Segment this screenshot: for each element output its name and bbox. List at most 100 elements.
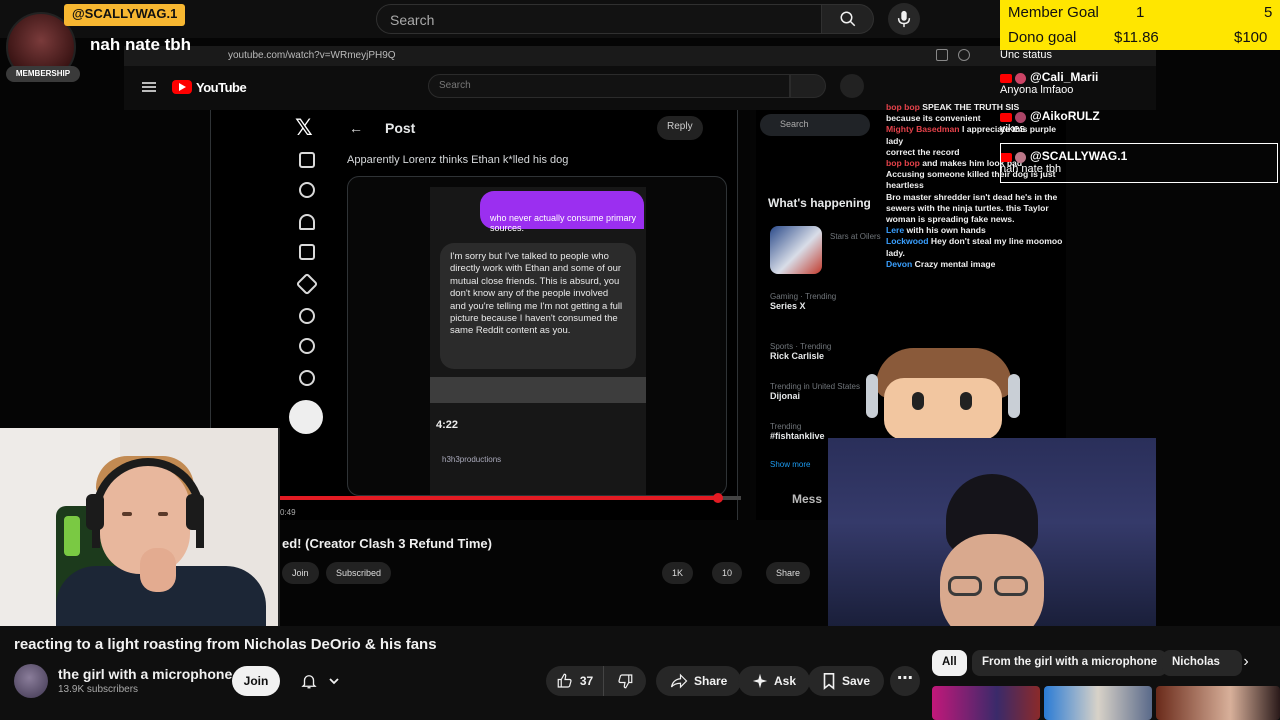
- membership-badge: MEMBERSHIP: [6, 66, 80, 82]
- hockey-thumbnail: [770, 226, 822, 274]
- inner-dislike-count: 10: [712, 562, 743, 584]
- chevron-down-icon: [329, 678, 339, 685]
- more-dots-icon: ⋯: [897, 670, 913, 687]
- x-video-progress: [279, 493, 741, 503]
- search-input[interactable]: Search: [376, 4, 822, 34]
- share-button[interactable]: Share: [656, 666, 742, 696]
- related-thumbnails: [932, 686, 1280, 720]
- guest-glasses: [948, 576, 982, 596]
- dono-goal-current: $11.86: [1114, 29, 1159, 46]
- toon-side-left: [866, 374, 878, 418]
- inner-url: youtube.com/watch?v=WRmeyjPH9Q: [228, 50, 396, 61]
- inner-join-button: Join: [282, 562, 319, 584]
- x-more-icon: [299, 370, 315, 386]
- save-label: Save: [842, 674, 871, 688]
- search-icon: [840, 11, 855, 27]
- dono-goal-label: Dono goal: [1008, 29, 1077, 46]
- related-thumbnail[interactable]: [1044, 686, 1152, 720]
- x-post-title: Post: [385, 120, 416, 136]
- phone-username: h3h3productions: [442, 455, 502, 464]
- sparkle-icon: [752, 673, 768, 689]
- recorded-chat-line: Lockwood Hey don't steal my line moomoo …: [886, 236, 1063, 258]
- trend-item: Stars at Oilers: [830, 232, 881, 241]
- inner-video-time: 0:49: [280, 508, 296, 517]
- member-goal-current: 1: [1136, 4, 1145, 21]
- recorded-chat-line: Bro master shredder isn't dead he's in t…: [886, 191, 1058, 225]
- voice-search-button[interactable]: [888, 3, 920, 35]
- x-right-search: Search: [760, 114, 870, 136]
- inner-search-input: Search: [428, 74, 790, 98]
- dislike-button[interactable]: [604, 666, 646, 696]
- toon-side-right: [1008, 374, 1020, 418]
- user-avatar-icon: [1015, 72, 1026, 84]
- host-eye: [122, 512, 132, 516]
- x-post-caption: Apparently Lorenz thinks Ethan k*lled hi…: [347, 154, 569, 166]
- member-goal-label: Member Goal: [1008, 4, 1099, 21]
- host-eye: [158, 512, 168, 516]
- x-home-icon: [299, 152, 315, 168]
- gray-message-bubble: I'm sorry but I've talked to people who …: [440, 243, 636, 369]
- chat-message: @Cali_Marii Anyona lmfaoo: [1000, 70, 1099, 96]
- guest-glasses: [994, 576, 1028, 596]
- trend-item: Gaming · Trending Series X: [770, 292, 837, 311]
- inner-like-count: 1K: [662, 562, 694, 584]
- toon-eye: [960, 392, 972, 410]
- x-profile-icon: [299, 338, 315, 354]
- inner-messages-label: Mess: [792, 492, 823, 506]
- search-button[interactable]: [822, 4, 874, 34]
- alert-message: nah nate tbh: [90, 35, 192, 54]
- recorded-chat-line: Devon Crazy mental image: [886, 258, 996, 269]
- channel-avatar[interactable]: [14, 664, 48, 698]
- notification-bell-button[interactable]: [290, 666, 350, 696]
- x-progress-handle: [712, 493, 723, 503]
- like-dislike-group: 37: [546, 666, 646, 696]
- x-logo-icon: 𝕏: [295, 116, 313, 141]
- channel-name[interactable]: the girl with a microphone: [58, 666, 232, 682]
- x-messages-icon: [299, 244, 315, 260]
- like-button[interactable]: 37: [546, 666, 604, 696]
- chip-from-channel[interactable]: From the girl with a microphone: [972, 650, 1168, 676]
- user-avatar-icon: [1015, 111, 1026, 123]
- phone-time: 4:22: [436, 419, 459, 431]
- inner-mic-icon: [840, 74, 864, 98]
- x-post-header: ← Post Reply: [341, 116, 741, 146]
- toon-face: [884, 378, 1002, 440]
- subscriber-count: 13.9K subscribers: [58, 684, 139, 695]
- bell-icon: [301, 675, 317, 689]
- dono-goal-row: Dono goal $11.86 $100: [1000, 25, 1280, 50]
- chat-status: Unc status: [1000, 49, 1052, 61]
- purple-message-text: who never actually consume primary sourc…: [490, 213, 637, 233]
- chevron-right-icon[interactable]: ›: [1236, 653, 1256, 673]
- phone-screenshot: who never actually consume primary sourc…: [430, 187, 646, 495]
- inner-share-button: Share: [766, 562, 811, 584]
- microphone-icon: [897, 10, 911, 28]
- related-filter-chips: All From the girl with a microphone Nich…: [932, 650, 1280, 676]
- join-button[interactable]: Join: [232, 666, 280, 696]
- member-goal-target: 5: [1264, 4, 1273, 21]
- more-actions-button[interactable]: ⋯: [890, 666, 920, 696]
- inner-search-placeholder: Search: [439, 80, 471, 91]
- inner-video-actions: Join Subscribed 1K 10 Share: [280, 562, 820, 586]
- like-count: 37: [579, 674, 594, 688]
- save-button[interactable]: Save: [808, 666, 885, 696]
- x-explore-icon: [299, 182, 315, 198]
- ask-button[interactable]: Ask: [738, 666, 811, 696]
- inner-subscribed-button: Subscribed: [326, 562, 392, 584]
- trend-item: Sports · Trending Rick Carlisle: [770, 342, 832, 361]
- chip-all[interactable]: All: [932, 650, 967, 676]
- ask-label: Ask: [774, 674, 797, 688]
- related-thumbnail[interactable]: [1156, 686, 1280, 720]
- inner-youtube-logo-text: YouTube: [196, 80, 247, 95]
- x-post-panel: 𝕏 ← Post Reply Apparently Lorenz thinks …: [210, 110, 741, 520]
- chip-nicholas[interactable]: Nicholas: [1162, 650, 1242, 676]
- whats-happening-heading: What's happening: [768, 196, 871, 210]
- share-label: Share: [694, 674, 728, 688]
- x-communities-icon: [299, 308, 315, 324]
- youtube-icon: [1000, 112, 1012, 122]
- inner-search-button: [790, 74, 826, 98]
- host-hand: [140, 548, 176, 592]
- bookmark-icon: [823, 672, 835, 690]
- inner-menu-icon: [142, 82, 156, 92]
- inner-youtube-logo-icon: [172, 80, 192, 94]
- related-thumbnail[interactable]: [932, 686, 1040, 720]
